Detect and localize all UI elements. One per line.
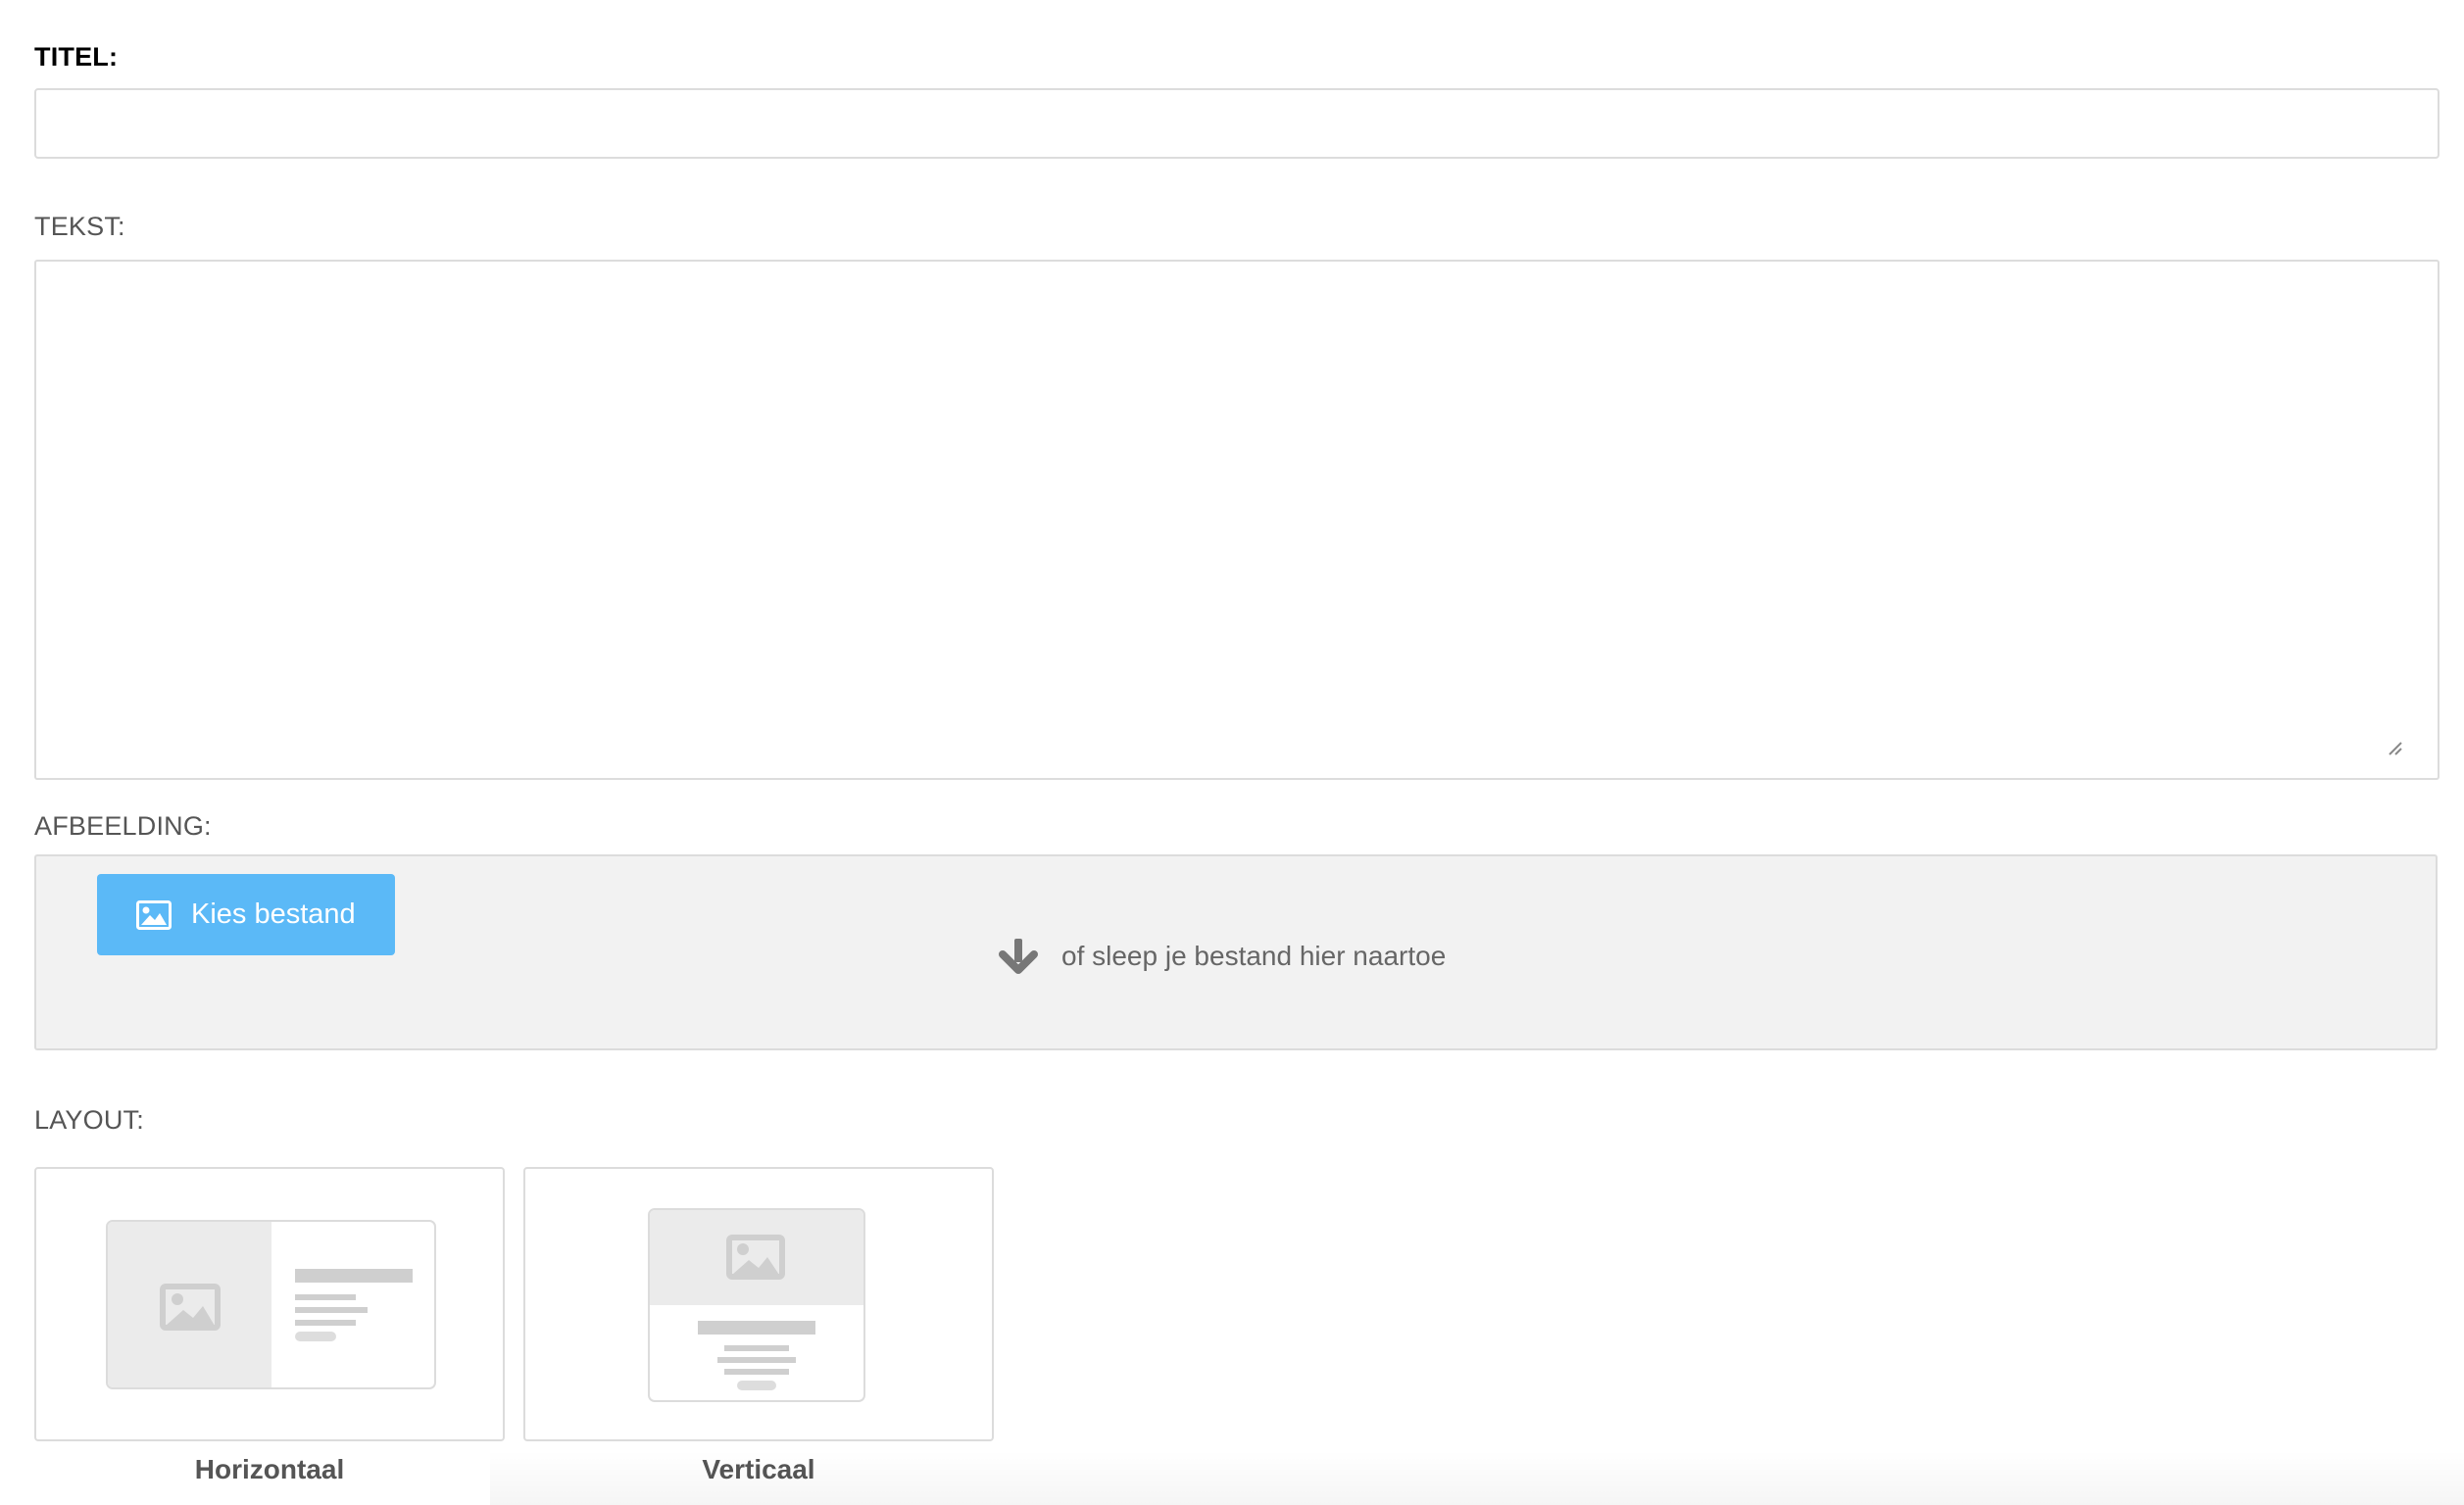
title-input[interactable] xyxy=(34,88,2439,159)
text-label: TEKST: xyxy=(34,212,125,241)
drop-hint-text: of sleep je bestand hier naartoe xyxy=(1061,941,1447,971)
resize-handle-icon[interactable] xyxy=(2384,737,2403,756)
layout-label: LAYOUT: xyxy=(34,1105,144,1135)
layout-option-horizontal[interactable] xyxy=(34,1167,505,1441)
image-icon xyxy=(136,899,172,930)
layout-vertical-icon xyxy=(648,1208,865,1402)
image-label: AFBEELDING: xyxy=(34,811,212,841)
layout-option-horizontal-label: Horizontaal xyxy=(194,1454,345,1484)
drop-hint: of sleep je bestand hier naartoe xyxy=(997,935,1446,978)
choose-file-label: Kies bestand xyxy=(191,898,356,930)
form-page: TITEL: TEKST: AFBEELDING: Kies bestand o… xyxy=(0,0,2464,1505)
image-dropzone[interactable]: Kies bestand of sleep je bestand hier na… xyxy=(34,854,2438,1050)
text-textarea[interactable] xyxy=(34,260,2439,780)
choose-file-button[interactable]: Kies bestand xyxy=(97,874,395,955)
arrow-down-icon xyxy=(999,939,1038,974)
title-label: TITEL: xyxy=(34,42,119,72)
layout-option-vertical-label: Verticaal xyxy=(702,1454,815,1484)
layout-horizontal-icon xyxy=(106,1220,436,1389)
layout-option-vertical[interactable] xyxy=(523,1167,994,1441)
